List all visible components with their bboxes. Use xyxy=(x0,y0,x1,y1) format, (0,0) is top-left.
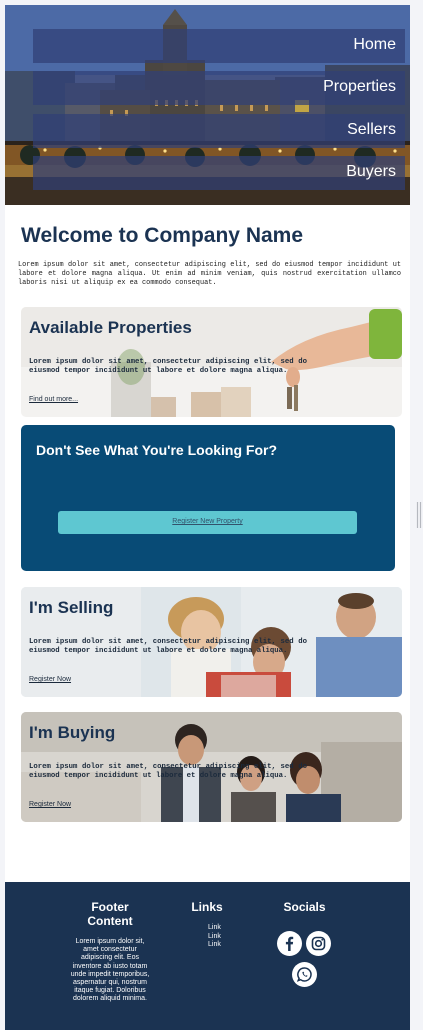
footer-socials-heading: Socials xyxy=(283,900,326,914)
buying-card-title: I'm Buying xyxy=(29,723,116,742)
properties-card-title: Available Properties xyxy=(29,318,192,337)
footer-links-list: Link Link Link xyxy=(208,924,221,950)
page: Home Properties Sellers Buyers Welcome t… xyxy=(5,5,410,1030)
register-new-property-button[interactable]: Register New Property xyxy=(58,511,357,534)
cta-title: Don't See What You're Looking For? xyxy=(36,442,278,458)
nav-buyers[interactable]: Buyers xyxy=(33,156,405,190)
nav-sellers-label: Sellers xyxy=(347,121,396,138)
nav-properties-label: Properties xyxy=(323,78,396,95)
footer: Footer Content Lorem ipsum dolor sit, am… xyxy=(5,882,410,1030)
footer-link[interactable]: Link xyxy=(208,933,221,942)
welcome-text: Lorem ipsum dolor sit amet, consectetur … xyxy=(18,261,401,287)
properties-card: Available Properties Lorem ipsum dolor s… xyxy=(21,307,402,417)
footer-content-text: Lorem ipsum dolor sit, amet consectetur … xyxy=(70,938,150,1003)
nav-buyers-label: Buyers xyxy=(346,163,396,180)
selling-register-link[interactable]: Register Now xyxy=(29,676,71,683)
facebook-icon[interactable] xyxy=(277,931,302,956)
footer-links-heading: Links xyxy=(191,900,223,914)
cta-panel: Don't See What You're Looking For? Regis… xyxy=(21,425,395,571)
nav-properties[interactable]: Properties xyxy=(33,71,405,105)
selling-card-title: I'm Selling xyxy=(29,598,114,617)
scrollbar-grip[interactable] xyxy=(416,502,422,528)
instagram-icon[interactable] xyxy=(306,931,331,956)
footer-content-heading: Footer Content xyxy=(87,900,133,928)
whatsapp-icon[interactable] xyxy=(292,962,317,987)
nav-home[interactable]: Home xyxy=(33,29,405,63)
buying-card: I'm Buying Lorem ipsum dolor sit amet, c… xyxy=(21,712,402,822)
page-title: Welcome to Company Name xyxy=(21,224,304,247)
footer-link[interactable]: Link xyxy=(208,941,221,950)
footer-link[interactable]: Link xyxy=(208,924,221,933)
selling-card: I'm Selling Lorem ipsum dolor sit amet, … xyxy=(21,587,402,697)
selling-card-text: Lorem ipsum dolor sit amet, consectetur … xyxy=(29,638,307,655)
find-out-more-link[interactable]: Find out more... xyxy=(29,396,78,403)
nav-home-label: Home xyxy=(353,36,396,53)
hero-banner: Home Properties Sellers Buyers xyxy=(5,5,410,205)
buying-register-link[interactable]: Register Now xyxy=(29,801,71,808)
buying-card-text: Lorem ipsum dolor sit amet, consectetur … xyxy=(29,763,307,780)
nav-sellers[interactable]: Sellers xyxy=(33,114,405,148)
properties-card-text: Lorem ipsum dolor sit amet, consectetur … xyxy=(29,358,307,375)
